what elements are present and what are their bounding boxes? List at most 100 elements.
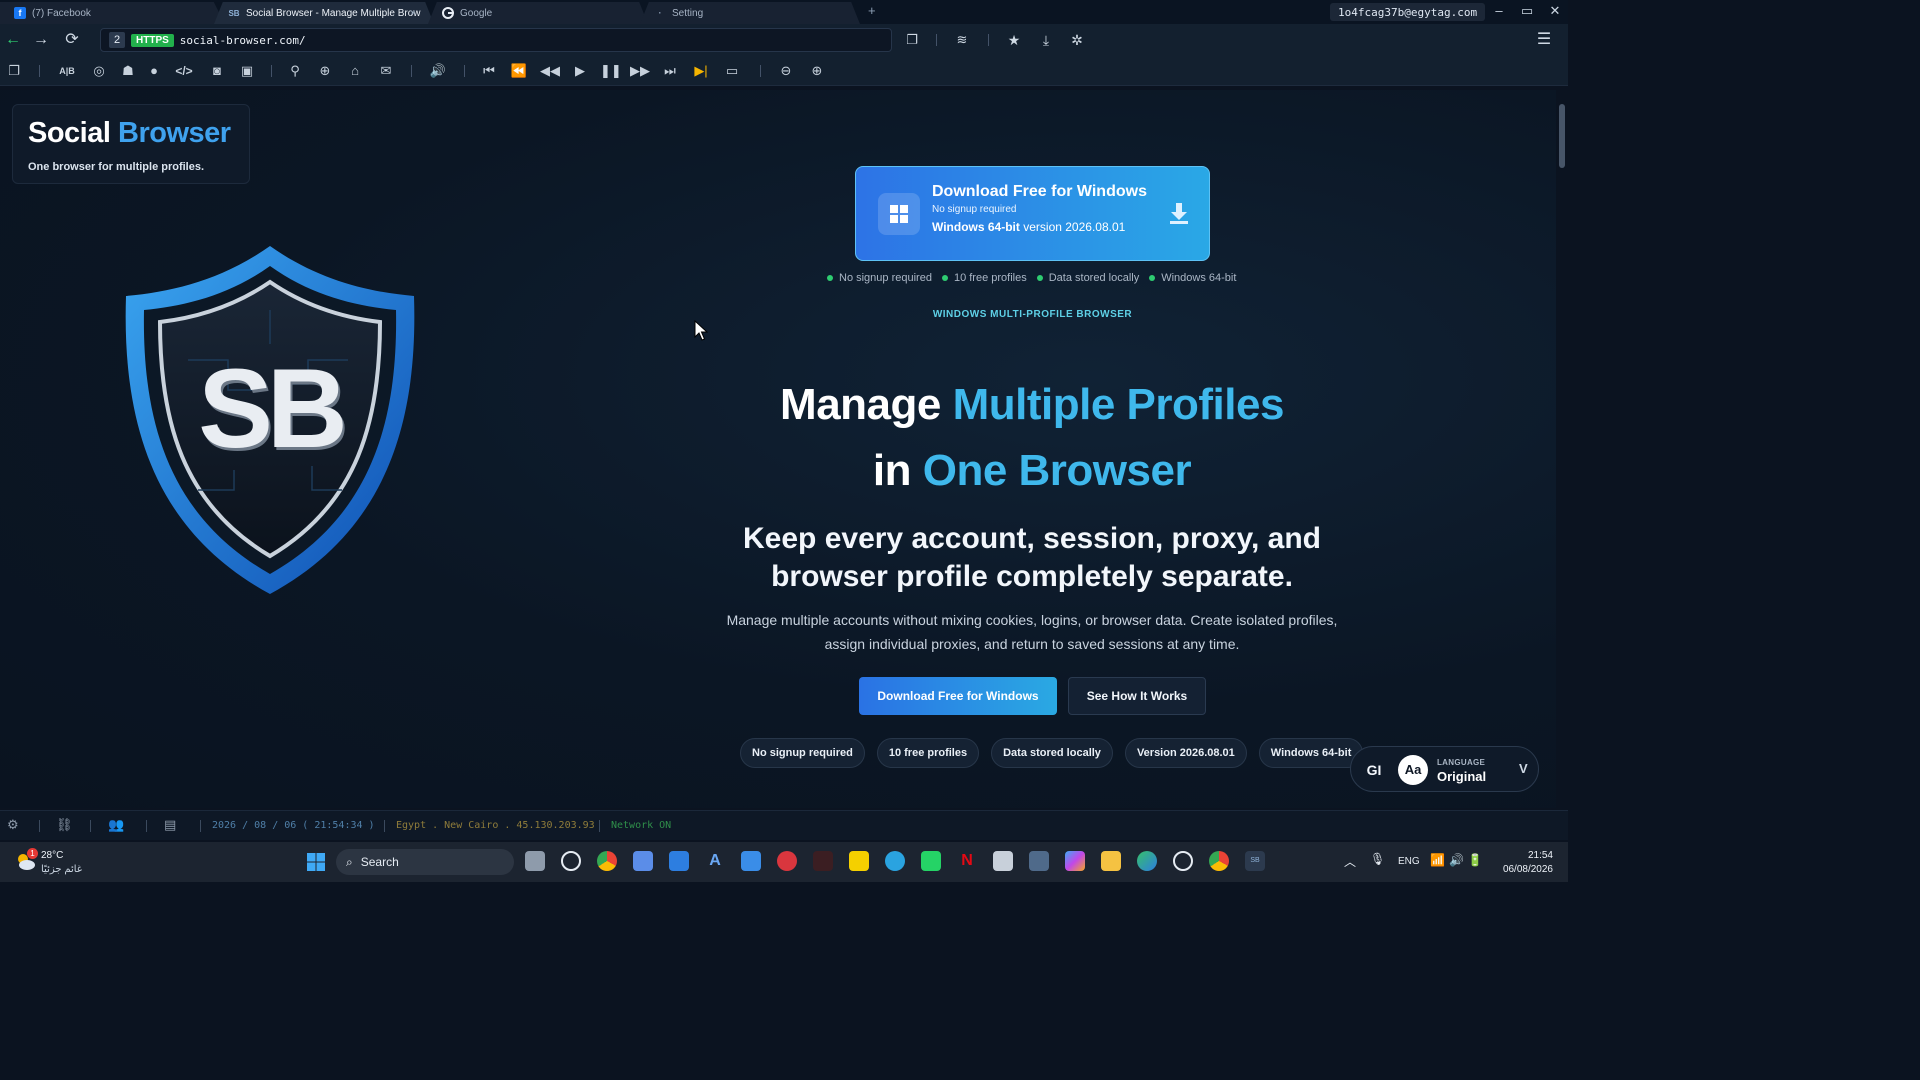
- link-icon[interactable]: ⛓: [56, 817, 73, 833]
- settings-gear-icon[interactable]: ⚙: [7, 817, 19, 833]
- bot-icon[interactable]: ▤: [164, 817, 176, 833]
- zoom-in-icon[interactable]: ⊕: [807, 61, 827, 81]
- previous-icon[interactable]: ⏪: [509, 61, 529, 81]
- copy-icon[interactable]: ❐: [902, 30, 922, 50]
- account-email[interactable]: 1o4fcag37b@egytag.com: [1330, 3, 1486, 21]
- taskbar-search[interactable]: ⌕ Search: [336, 849, 514, 875]
- microphone-icon[interactable]: 🎙: [1370, 852, 1385, 866]
- tab-close-button[interactable]: ×: [410, 8, 416, 19]
- tab-google[interactable]: Google: [428, 2, 648, 24]
- language-selector[interactable]: GI Aa LANGUAGE Original V: [1350, 746, 1539, 792]
- download-icon[interactable]: ⤓: [1036, 30, 1056, 50]
- app-icon[interactable]: [993, 851, 1013, 871]
- rewind-icon[interactable]: ◀◀: [540, 61, 560, 81]
- windows-icon[interactable]: ❐: [4, 61, 24, 81]
- screen-icon[interactable]: ▭: [722, 61, 742, 81]
- check-item: Data stored locally: [1036, 272, 1139, 284]
- download-card[interactable]: Download Free for Windows No signup requ…: [855, 166, 1210, 261]
- subheadline: Keep every account, session, proxy, and …: [743, 522, 1321, 593]
- tab-facebook[interactable]: f (7) Facebook: [0, 2, 225, 24]
- camera-icon[interactable]: ◙: [207, 61, 227, 81]
- volume-icon[interactable]: 🔊: [428, 61, 448, 81]
- maximize-button[interactable]: ▭: [1514, 2, 1540, 20]
- anydesk-icon[interactable]: [777, 851, 797, 871]
- sticky-notes-icon[interactable]: [849, 851, 869, 871]
- extension-icon[interactable]: ✲: [1067, 30, 1087, 50]
- skip-start-icon[interactable]: ⏮: [479, 61, 499, 81]
- separator: [146, 820, 147, 832]
- clock-date[interactable]: 06/08/2026: [1494, 864, 1553, 875]
- store-icon[interactable]: [633, 851, 653, 871]
- clock-time[interactable]: 21:54: [1500, 850, 1553, 861]
- pause-icon[interactable]: ❚❚: [600, 61, 622, 81]
- file-explorer-icon[interactable]: [1101, 851, 1121, 871]
- chrome-profile-icon[interactable]: [1209, 851, 1229, 871]
- see-how-it-works-button[interactable]: See How It Works: [1068, 677, 1206, 715]
- location-pin-icon[interactable]: ⚲: [285, 61, 305, 81]
- code-icon[interactable]: </>: [174, 61, 194, 81]
- chrome-taskbar-icon[interactable]: [597, 851, 617, 871]
- chatgpt-icon[interactable]: [561, 851, 581, 871]
- next-icon[interactable]: ▶|: [691, 61, 711, 81]
- scrollbar-thumb[interactable]: [1559, 104, 1565, 168]
- edge-icon[interactable]: [1137, 851, 1157, 871]
- version-number: version 2026.08.01: [1023, 220, 1126, 234]
- play-icon[interactable]: ▶: [570, 61, 590, 81]
- minimize-button[interactable]: –: [1486, 2, 1512, 20]
- https-badge: HTTPS: [131, 33, 174, 47]
- description: Manage multiple accounts without mixing …: [726, 612, 1338, 652]
- chevron-down-icon[interactable]: V: [1519, 761, 1528, 776]
- save-icon[interactable]: ▣: [237, 61, 257, 81]
- address-bar[interactable]: 2 HTTPS social-browser.com/: [100, 28, 892, 52]
- copilot-icon[interactable]: [1065, 851, 1085, 871]
- feature-pill: Version 2026.08.01: [1124, 738, 1247, 768]
- forward-icon[interactable]: →: [31, 30, 51, 50]
- layers-icon[interactable]: ≋: [952, 30, 972, 50]
- globe-icon[interactable]: ⊕: [315, 61, 335, 81]
- translate-icon[interactable]: A|B: [57, 61, 77, 81]
- chrome-icon[interactable]: ◎: [89, 61, 109, 81]
- user-mask-icon[interactable]: ●: [144, 61, 164, 81]
- tray-wifi-volume-battery-icon[interactable]: 📶🔊🔋: [1430, 853, 1487, 867]
- fast-forward-icon[interactable]: ▶▶: [630, 61, 650, 81]
- menu-icon[interactable]: ☰: [1534, 30, 1554, 50]
- tab-bar: f (7) Facebook SB Social Browser - Manag…: [0, 0, 1568, 24]
- new-tab-button[interactable]: +: [868, 3, 876, 18]
- game-icon[interactable]: [813, 851, 833, 871]
- users-icon[interactable]: 👥: [108, 817, 124, 833]
- remote-desktop-icon[interactable]: [1029, 851, 1049, 871]
- separator: [271, 65, 272, 77]
- social-browser-taskbar-icon[interactable]: SB: [1245, 851, 1265, 871]
- tray-chevron-up-icon[interactable]: ︿: [1344, 853, 1356, 870]
- telegram-icon[interactable]: [885, 851, 905, 871]
- tab-social-browser[interactable]: SB Social Browser - Manage Multiple Brow…: [214, 2, 434, 24]
- brand-tagline: One browser for multiple profiles.: [28, 161, 205, 173]
- tool-bar: ❐ A|B ◎ ☗ ● </> ◙ ▣ ⚲ ⊕ ⌂ ✉ 🔊 ⏮ ⏪ ◀◀ ▶ ❚…: [0, 56, 1568, 86]
- photos-icon[interactable]: [741, 851, 761, 871]
- mail-icon[interactable]: ✉: [376, 61, 396, 81]
- url-text[interactable]: social-browser.com/: [180, 34, 306, 47]
- close-window-button[interactable]: ✕: [1542, 2, 1568, 20]
- keyboard-language[interactable]: ENG: [1398, 856, 1420, 867]
- openai-icon[interactable]: [1173, 851, 1193, 871]
- outlook-icon[interactable]: [669, 851, 689, 871]
- font-app-icon[interactable]: A: [705, 851, 725, 871]
- tab-setting[interactable]: · Setting: [640, 2, 860, 24]
- brand-card[interactable]: Social Browser One browser for multiple …: [12, 104, 250, 184]
- netflix-icon[interactable]: N: [957, 851, 977, 871]
- whatsapp-icon[interactable]: [921, 851, 941, 871]
- page-scrollbar[interactable]: [1556, 90, 1568, 808]
- bookmark-star-icon[interactable]: ★: [1004, 30, 1024, 50]
- zoom-out-icon[interactable]: ⊖: [776, 61, 796, 81]
- windows-start-icon[interactable]: [306, 852, 326, 872]
- reload-icon[interactable]: ⟳: [62, 30, 82, 50]
- robot-icon[interactable]: ⌂: [345, 61, 365, 81]
- back-icon[interactable]: ←: [3, 30, 23, 50]
- task-view-icon[interactable]: [525, 851, 545, 871]
- download-card-title: Download Free for Windows: [932, 183, 1147, 200]
- ghost-icon[interactable]: ☗: [118, 61, 138, 81]
- tab-label: Google: [460, 7, 493, 19]
- google-translate-icon[interactable]: GI: [1359, 755, 1389, 785]
- download-free-button[interactable]: Download Free for Windows: [859, 677, 1057, 715]
- skip-end-icon[interactable]: ⏭: [660, 61, 680, 81]
